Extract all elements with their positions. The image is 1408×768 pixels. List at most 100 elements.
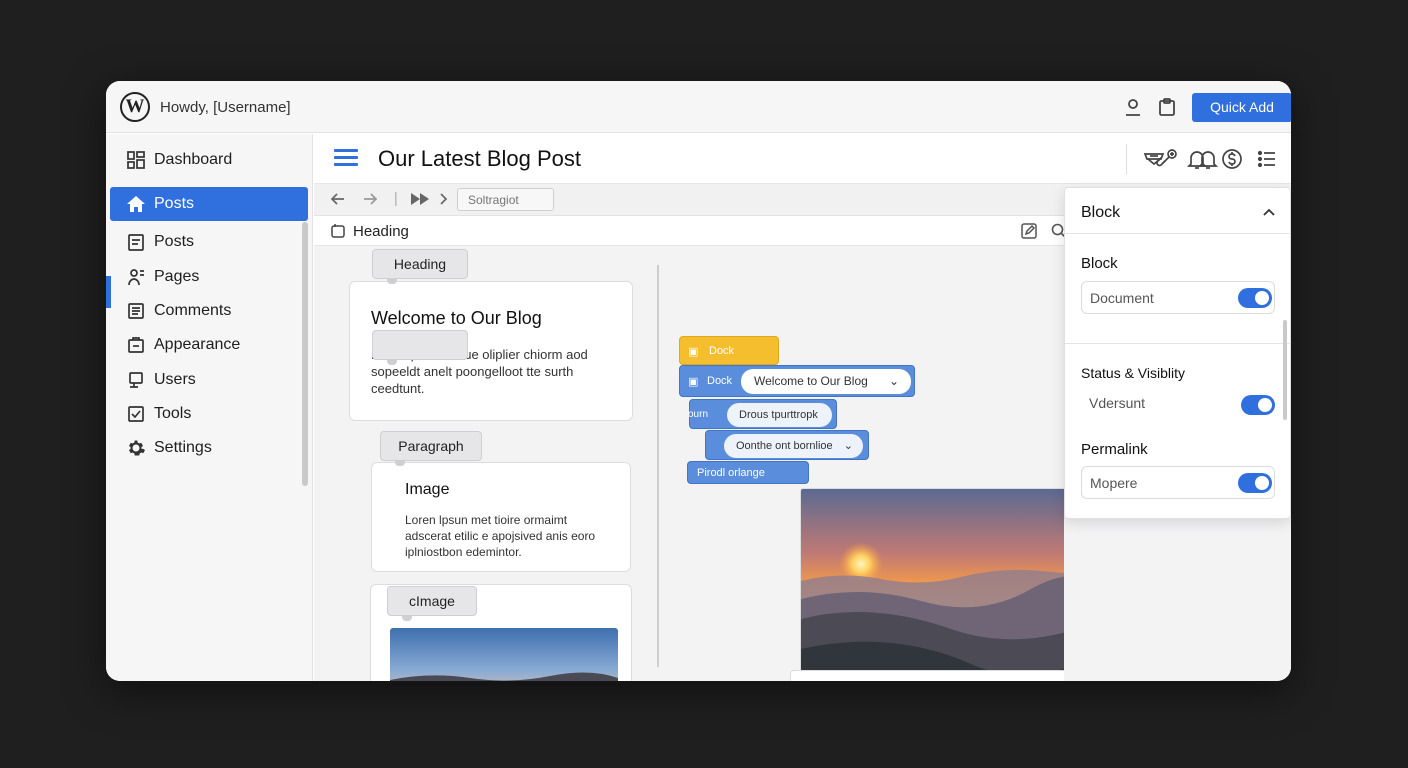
sidebar-item-dashboard[interactable]: Dashboard xyxy=(110,143,308,177)
sidebar-item-users[interactable]: Users xyxy=(110,363,308,397)
clipboard-icon[interactable] xyxy=(1156,96,1178,118)
block-tag-paragraph[interactable]: Paragraph xyxy=(380,431,482,466)
sidebar-scrollbar[interactable] xyxy=(302,222,308,486)
list-icon[interactable] xyxy=(1255,147,1279,171)
chevron-right-icon[interactable] xyxy=(437,189,451,209)
column-divider xyxy=(657,265,659,667)
block-breadcrumb: Heading xyxy=(314,216,1067,246)
tools-icon xyxy=(126,404,146,424)
post-title[interactable]: Our Latest Blog Post xyxy=(378,146,581,172)
sidebar-item-settings[interactable]: Settings xyxy=(110,431,308,465)
sidebar-item-label: Dashboard xyxy=(154,151,233,168)
status-row[interactable]: Vdersunt xyxy=(1081,393,1275,417)
dock-value-dropdown[interactable]: Welcome to Our Blog ⌄ xyxy=(741,369,911,394)
featured-image[interactable] xyxy=(800,488,1064,681)
panel-scrollbar[interactable] xyxy=(1283,320,1287,420)
document-field[interactable]: Document xyxy=(1081,281,1275,314)
dollar-icon[interactable] xyxy=(1220,147,1244,171)
row2-value[interactable]: Drous tpurttropk xyxy=(727,403,832,427)
redo-arrow-icon[interactable] xyxy=(360,189,380,209)
panel-title: Block xyxy=(1081,204,1121,221)
scratch-block-row3[interactable]: Oonthe ont bornlioe ⌄ xyxy=(705,430,869,460)
sidebar-item-posts-active[interactable]: Posts xyxy=(110,187,308,221)
toolbar-divider xyxy=(394,189,398,209)
permalink-label: Permalink xyxy=(1081,441,1148,458)
scratch-block-row4[interactable]: Pirodl orlange xyxy=(687,461,809,484)
panel-divider xyxy=(1065,343,1291,344)
block-title[interactable]: Image xyxy=(405,481,449,499)
sidebar-item-label: Users xyxy=(154,371,196,388)
permalink-field[interactable]: Mopere xyxy=(1081,466,1275,499)
sidebar-item-label: Comments xyxy=(154,302,232,319)
sidebar-item-label: Posts xyxy=(154,195,195,212)
user-icon[interactable] xyxy=(1122,96,1144,118)
admin-sidebar: Dashboard Posts Posts Pages Comments App… xyxy=(106,134,313,681)
block-settings-panel: Block Block Document Status & Visiblity … xyxy=(1064,187,1291,519)
block-tag-image[interactable]: cImage xyxy=(387,586,477,621)
chevron-up-icon[interactable] xyxy=(1261,204,1277,220)
scratch-top-label: Dock xyxy=(709,345,735,357)
permalink-value: Mopere xyxy=(1090,475,1138,491)
admin-bar: W Howdy, [Username] Quick Add xyxy=(106,81,1291,133)
comments-icon xyxy=(126,301,146,321)
header-divider xyxy=(1126,144,1127,174)
chevron-down-icon: ⌄ xyxy=(843,440,853,452)
bell-icon[interactable] xyxy=(1185,147,1209,171)
block-title[interactable]: Welcome to Our Blog xyxy=(371,308,542,329)
sidebar-item-label: Settings xyxy=(154,439,212,456)
empty-block[interactable] xyxy=(790,670,1064,681)
menu-icon[interactable] xyxy=(334,149,358,169)
sidebar-item-comments[interactable]: Comments xyxy=(110,294,308,328)
status-toggle[interactable] xyxy=(1241,395,1275,415)
scratch-block-top[interactable]: ▣ Dock xyxy=(679,336,779,365)
sidebar-item-posts[interactable]: Posts xyxy=(110,225,308,259)
chevron-down-icon: ⌄ xyxy=(888,374,899,388)
permalink-toggle[interactable] xyxy=(1238,473,1272,493)
pages-icon xyxy=(126,267,146,287)
appearance-icon xyxy=(126,335,146,355)
scratch-dock-label: Dock xyxy=(707,375,733,387)
scratch-row4-label: Pirodl orlange xyxy=(697,467,765,479)
scratch-block-row2[interactable]: ourn Drous tpurttropk xyxy=(688,399,837,429)
scratch-block-dock[interactable]: ▣ Dock Welcome to Our Blog ⌄ xyxy=(679,365,915,397)
document-toggle[interactable] xyxy=(1238,288,1272,308)
undo-arrow-icon[interactable] xyxy=(328,189,348,209)
breadcrumb-label[interactable]: Heading xyxy=(353,223,409,240)
panel-header[interactable]: Block xyxy=(1065,188,1291,234)
sidebar-item-label: Posts xyxy=(154,233,195,250)
dock-value: Welcome to Our Blog xyxy=(754,374,868,388)
image-thumbnail xyxy=(390,628,618,681)
row3-dropdown[interactable]: Oonthe ont bornlioe ⌄ xyxy=(724,434,863,458)
quick-add-button[interactable]: Quick Add xyxy=(1192,93,1291,122)
sidebar-item-pages[interactable]: Pages xyxy=(110,260,308,294)
block-body[interactable]: Loren lpsun met tioire ormaimt adscerat … xyxy=(405,512,615,560)
block-section-label: Block xyxy=(1081,255,1118,272)
home-icon xyxy=(126,194,146,214)
inbox-icon[interactable] xyxy=(1142,147,1166,171)
sidebar-item-label: Tools xyxy=(154,405,192,422)
paragraph-block[interactable]: Image Loren lpsun met tioire ormaimt ads… xyxy=(371,462,631,572)
post-icon xyxy=(126,232,146,252)
block-tag-heading[interactable] xyxy=(372,330,468,365)
edit-square-icon[interactable] xyxy=(1020,222,1038,240)
status-visibility-label: Status & Visiblity xyxy=(1081,365,1186,381)
sidebar-item-label: Pages xyxy=(154,268,200,285)
howdy-greeting[interactable]: Howdy, [Username] xyxy=(160,99,291,116)
scratch-row2-prefix: ourn xyxy=(688,409,709,420)
row3-value: Oonthe ont bornlioe xyxy=(736,440,833,452)
wordpress-logo-icon[interactable]: W xyxy=(120,92,150,122)
fast-forward-icon[interactable] xyxy=(409,189,433,209)
document-value: Document xyxy=(1090,290,1154,306)
sidebar-item-tools[interactable]: Tools xyxy=(110,397,308,431)
status-value: Vdersunt xyxy=(1089,395,1146,411)
block-icon xyxy=(330,223,346,239)
dock-icon: ▣ xyxy=(688,346,699,358)
dashboard-icon xyxy=(126,150,146,170)
block-tag-heading[interactable]: Heading xyxy=(372,249,468,284)
editor-toolbar xyxy=(314,184,1064,216)
users-icon xyxy=(126,370,146,390)
dock-icon: ▣ xyxy=(688,376,699,388)
toolbar-search-input[interactable] xyxy=(457,188,554,211)
gear-icon xyxy=(126,438,146,458)
sidebar-item-appearance[interactable]: Appearance xyxy=(110,328,308,362)
